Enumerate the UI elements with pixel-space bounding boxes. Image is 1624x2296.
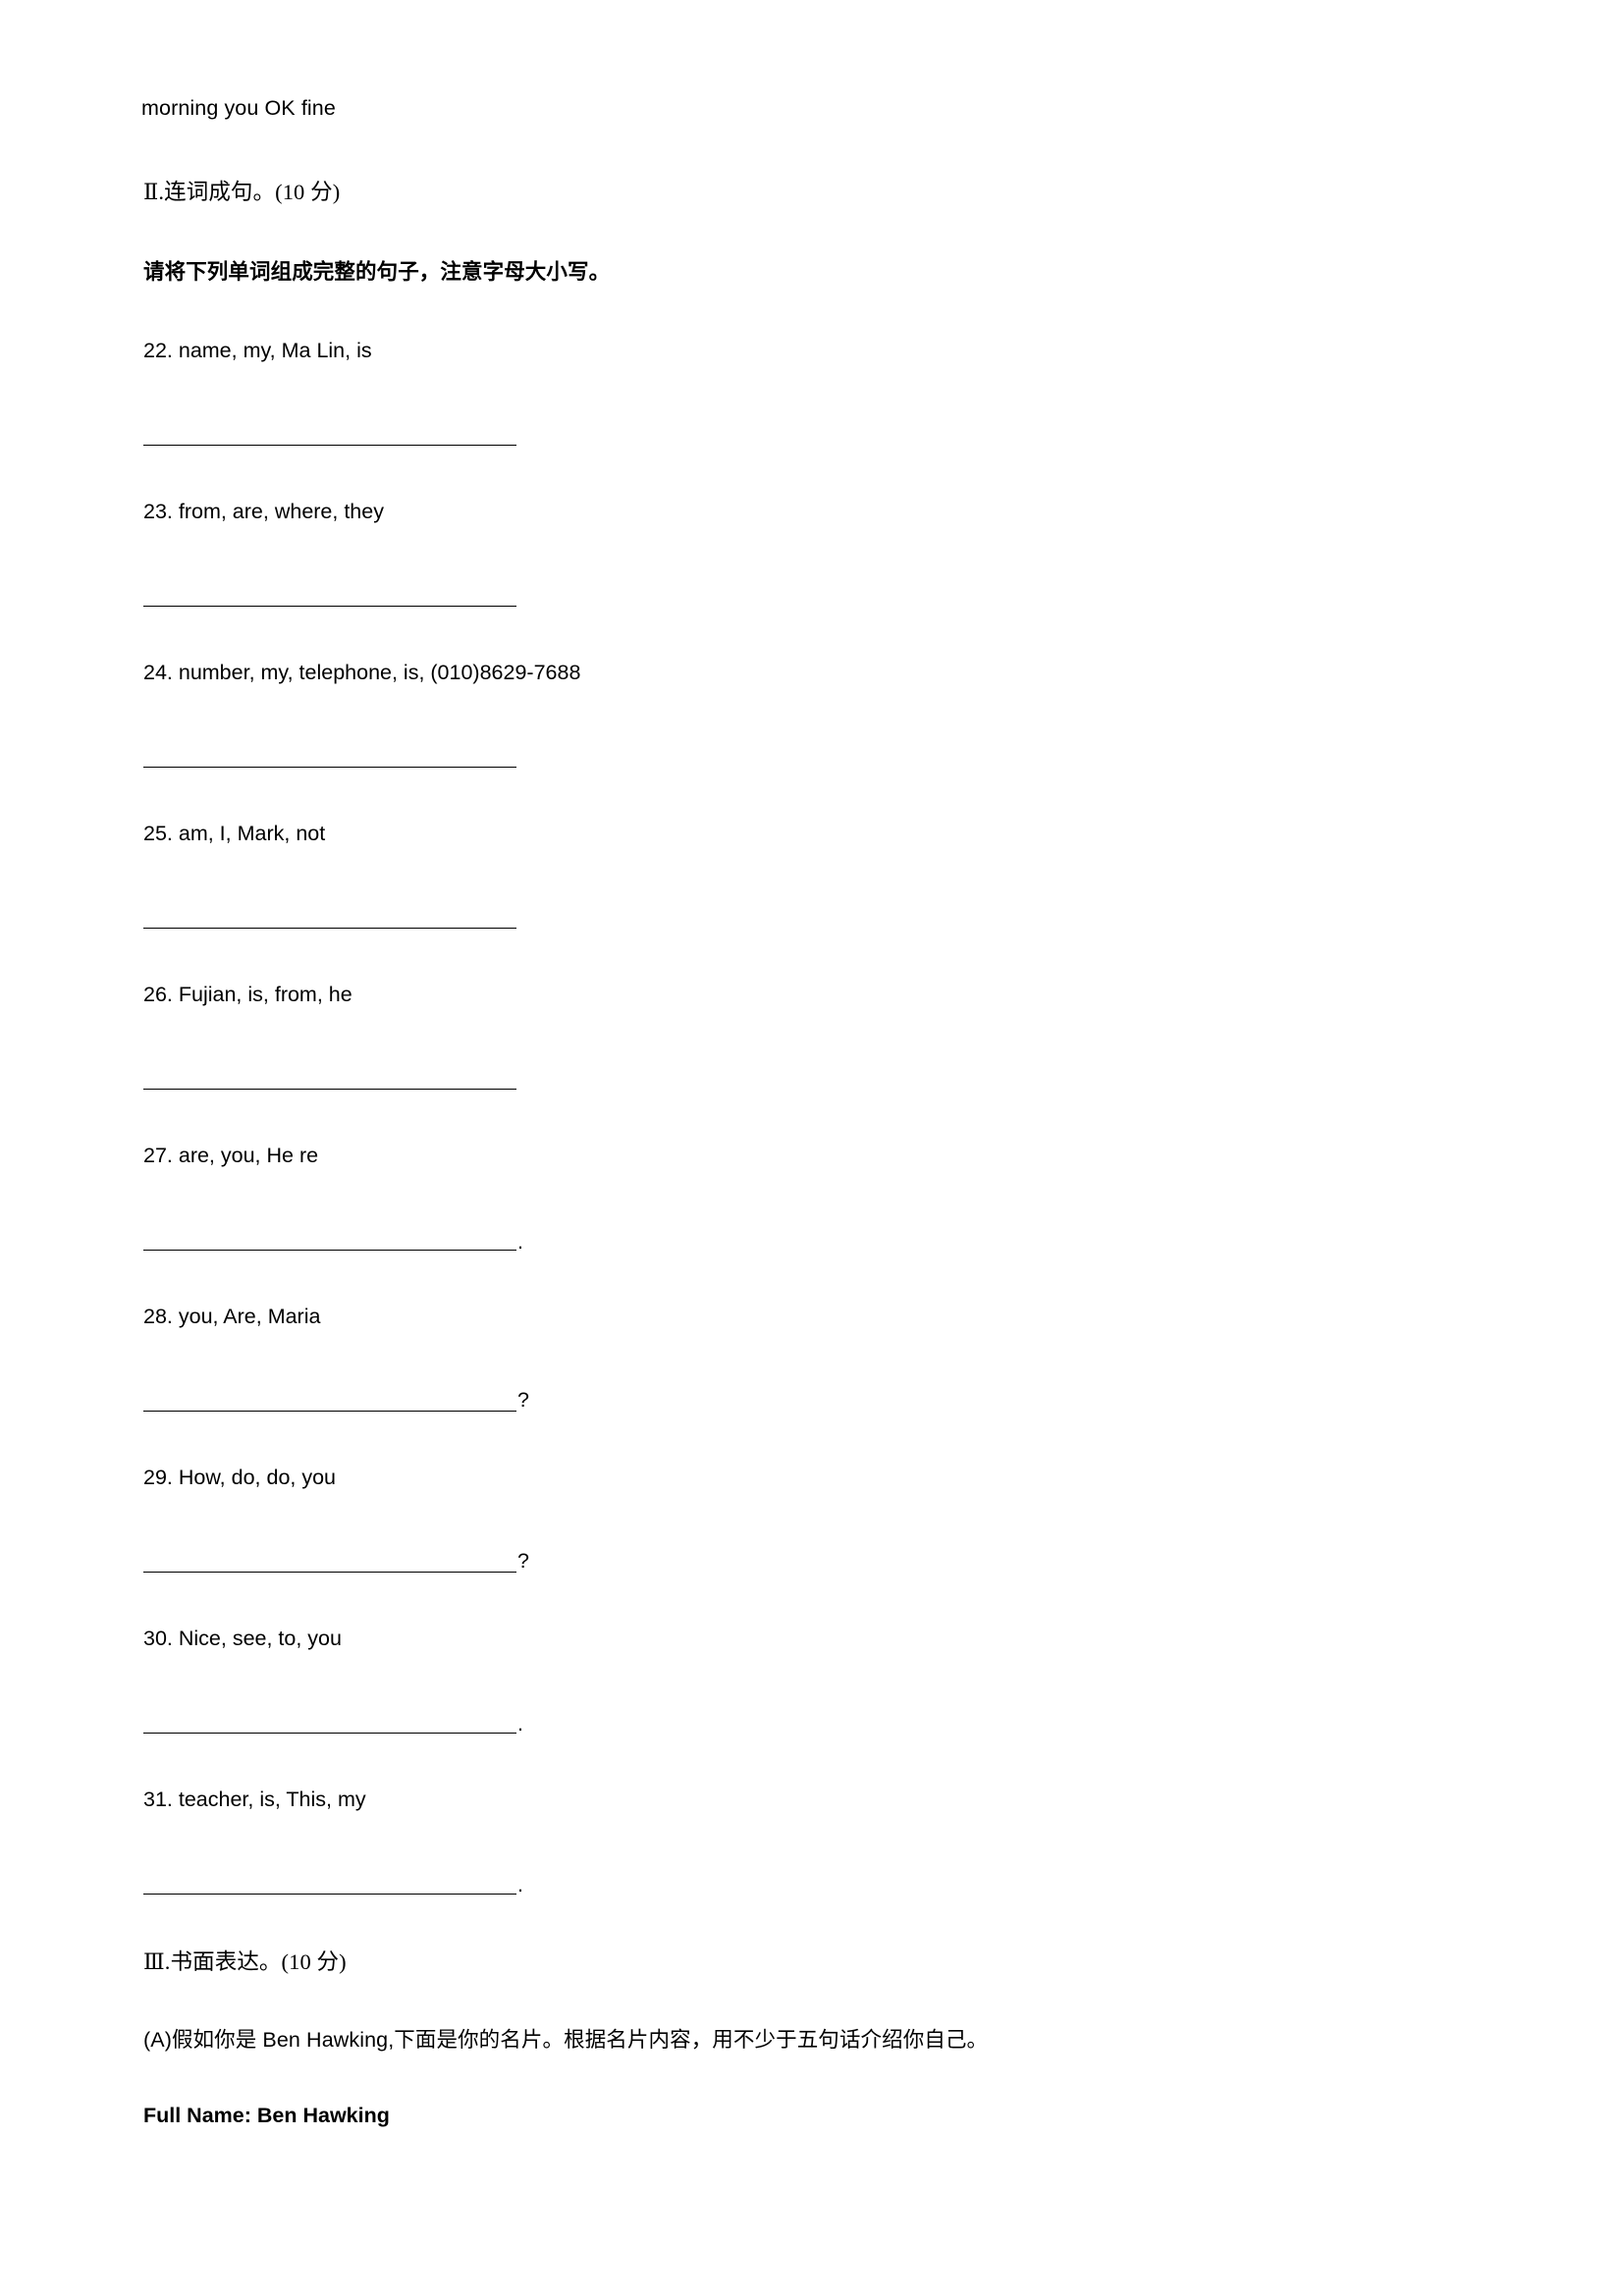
- question-item-25: 25. am, I, Mark, not: [143, 822, 326, 846]
- answer-blank-31[interactable]: .: [143, 1869, 1498, 1897]
- question-item-30: 30. Nice, see, to, you: [143, 1626, 342, 1650]
- answer-blank-26[interactable]: [143, 1064, 1498, 1091]
- answer-blank-line[interactable]: [143, 753, 516, 769]
- question-item-22: 22. name, my, Ma Lin, is: [143, 339, 372, 363]
- question-item-24: 24. number, my, telephone, is, (010)8629…: [143, 661, 581, 685]
- answer-blank-line[interactable]: [143, 1880, 516, 1895]
- answer-blank-22[interactable]: [143, 420, 1498, 447]
- answer-blank-24[interactable]: [143, 742, 1498, 769]
- section-2-heading: Ⅱ.连词成句。(10 分): [143, 180, 341, 205]
- answer-blank-line[interactable]: [143, 1719, 516, 1734]
- answer-blank-line[interactable]: [143, 1236, 516, 1252]
- answer-blank-25[interactable]: [143, 903, 1498, 930]
- name-card-full-name: Full Name: Ben Hawking: [143, 2104, 390, 2128]
- question-item-26: 26. Fujian, is, from, he: [143, 983, 352, 1007]
- answer-blank-line[interactable]: [143, 914, 516, 930]
- answer-blank-line[interactable]: [143, 592, 516, 608]
- answer-blank-punctuation: ?: [517, 1388, 529, 1413]
- question-item-23: 23. from, are, where, they: [143, 500, 384, 524]
- section-2-instruction: 请将下列单词组成完整的句子，注意字母大小写。: [143, 260, 611, 285]
- question-item-29: 29. How, do, do, you: [143, 1465, 337, 1489]
- question-item-31: 31. teacher, is, This, my: [143, 1787, 366, 1811]
- answer-blank-23[interactable]: [143, 581, 1498, 608]
- answer-blank-line[interactable]: [143, 431, 516, 447]
- answer-blank-punctuation: .: [517, 1712, 523, 1736]
- answer-blank-30[interactable]: .: [143, 1708, 1498, 1736]
- section-3-heading: Ⅲ.书面表达。(10 分): [143, 1949, 347, 1974]
- word-bank-line: morning you OK fine: [141, 96, 336, 120]
- document-content: morning you OK fine Ⅱ.连词成句。(10 分) 请将下列单词…: [141, 94, 1498, 2128]
- answer-blank-punctuation: ?: [517, 1549, 529, 1574]
- answer-blank-29[interactable]: ?: [143, 1547, 1498, 1573]
- answer-blank-line[interactable]: [143, 1558, 516, 1573]
- answer-blank-line[interactable]: [143, 1075, 516, 1091]
- answer-blank-line[interactable]: [143, 1397, 516, 1412]
- section-3-prompt: (A)假如你是 Ben Hawking,下面是你的名片。根据名片内容，用不少于五…: [143, 2028, 989, 2053]
- answer-blank-punctuation: .: [517, 1873, 523, 1897]
- question-item-28: 28. you, Are, Maria: [143, 1305, 321, 1329]
- answer-blank-punctuation: .: [517, 1229, 523, 1254]
- question-item-27: 27. are, you, He re: [143, 1144, 319, 1168]
- answer-blank-28[interactable]: ?: [143, 1386, 1498, 1412]
- answer-blank-27[interactable]: .: [143, 1225, 1498, 1254]
- document-page: morning you OK fine Ⅱ.连词成句。(10 分) 请将下列单词…: [0, 0, 1624, 2296]
